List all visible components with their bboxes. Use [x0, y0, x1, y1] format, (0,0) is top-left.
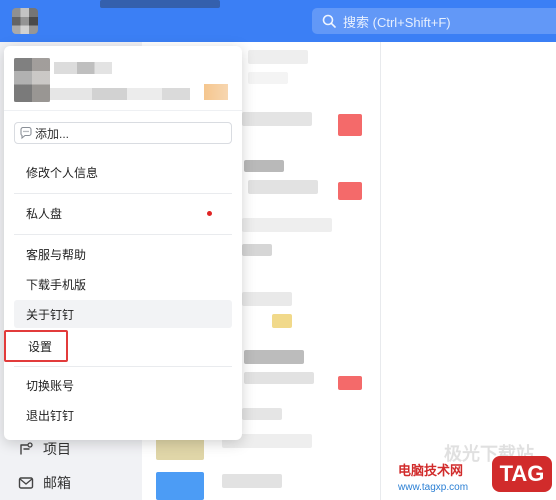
search-placeholder: 搜索 (Ctrl+Shift+F) — [343, 14, 451, 30]
blurred-row — [242, 292, 292, 306]
nav-item-label: 项目 — [43, 441, 71, 457]
chat-pane — [380, 42, 556, 500]
profile-header[interactable] — [4, 46, 242, 111]
menu-item-label: 切换账号 — [26, 378, 75, 393]
menu-item-label: 退出钉钉 — [26, 408, 75, 423]
menu-item-download-mobile[interactable]: 下载手机版 — [14, 270, 232, 298]
blurred-row — [244, 160, 284, 172]
status-input-label: 添加... — [35, 126, 70, 141]
divider — [14, 193, 232, 194]
watermark-url: www.tagxp.com — [398, 482, 469, 493]
watermark-tag-logo: TAG — [492, 456, 552, 492]
top-bar: 搜索 (Ctrl+Shift+F) — [0, 0, 556, 42]
menu-item-help[interactable]: 客服与帮助 — [14, 240, 232, 268]
status-input[interactable]: 添加... — [14, 122, 232, 144]
menu-item-label: 修改个人信息 — [26, 165, 99, 180]
menu-item-switch-account[interactable]: 切换账号 — [14, 371, 232, 399]
menu-item-quit[interactable]: 退出钉钉 — [14, 401, 232, 429]
user-avatar[interactable] — [12, 8, 38, 34]
menu-item-settings[interactable]: 设置 — [4, 330, 68, 362]
blurred-profile-name — [54, 62, 112, 74]
blurred-row — [242, 218, 332, 232]
mail-icon — [18, 477, 34, 489]
menu-item-label: 客服与帮助 — [26, 247, 87, 262]
search-icon — [322, 14, 336, 28]
menu-item-label: 下载手机版 — [26, 277, 87, 292]
divider — [14, 366, 232, 367]
blurred-row — [248, 72, 288, 84]
menu-item-label: 关于钉钉 — [26, 307, 75, 322]
blurred-row — [242, 408, 282, 420]
menu-item-label: 设置 — [28, 339, 53, 354]
blurred-row — [248, 180, 318, 194]
chat-bubble-icon — [20, 126, 32, 140]
blurred-row — [222, 474, 282, 488]
blurred-title — [100, 0, 220, 8]
blurred-row — [244, 350, 304, 364]
project-icon — [20, 442, 33, 455]
blurred-row — [248, 50, 308, 64]
nav-item-mail[interactable]: 邮箱 — [0, 468, 142, 498]
search-input[interactable]: 搜索 (Ctrl+Shift+F) — [312, 8, 556, 34]
watermark-site-name: 电脑技术网 — [398, 463, 464, 478]
blurred-badge — [338, 114, 362, 136]
blurred-avatar — [156, 472, 204, 500]
blurred-badge — [338, 376, 362, 390]
menu-item-edit-profile[interactable]: 修改个人信息 — [14, 158, 232, 186]
divider — [14, 234, 232, 235]
notification-dot — [207, 211, 212, 216]
menu-item-label: 私人盘 — [26, 206, 63, 221]
profile-avatar — [14, 58, 50, 102]
profile-menu: 添加... 修改个人信息 私人盘 客服与帮助 下载手机版 关于钉钉 设置 切换账… — [4, 46, 242, 440]
blurred-row — [242, 244, 272, 256]
profile-badge — [204, 84, 228, 100]
blurred-badge — [338, 182, 362, 200]
blurred-row — [272, 314, 292, 328]
nav-item-label: 邮箱 — [43, 475, 71, 491]
menu-item-private-drive[interactable]: 私人盘 — [14, 199, 232, 227]
blurred-profile-info — [50, 88, 190, 100]
blurred-row — [244, 372, 314, 384]
menu-item-about[interactable]: 关于钉钉 — [14, 300, 232, 328]
blurred-row — [242, 112, 312, 126]
